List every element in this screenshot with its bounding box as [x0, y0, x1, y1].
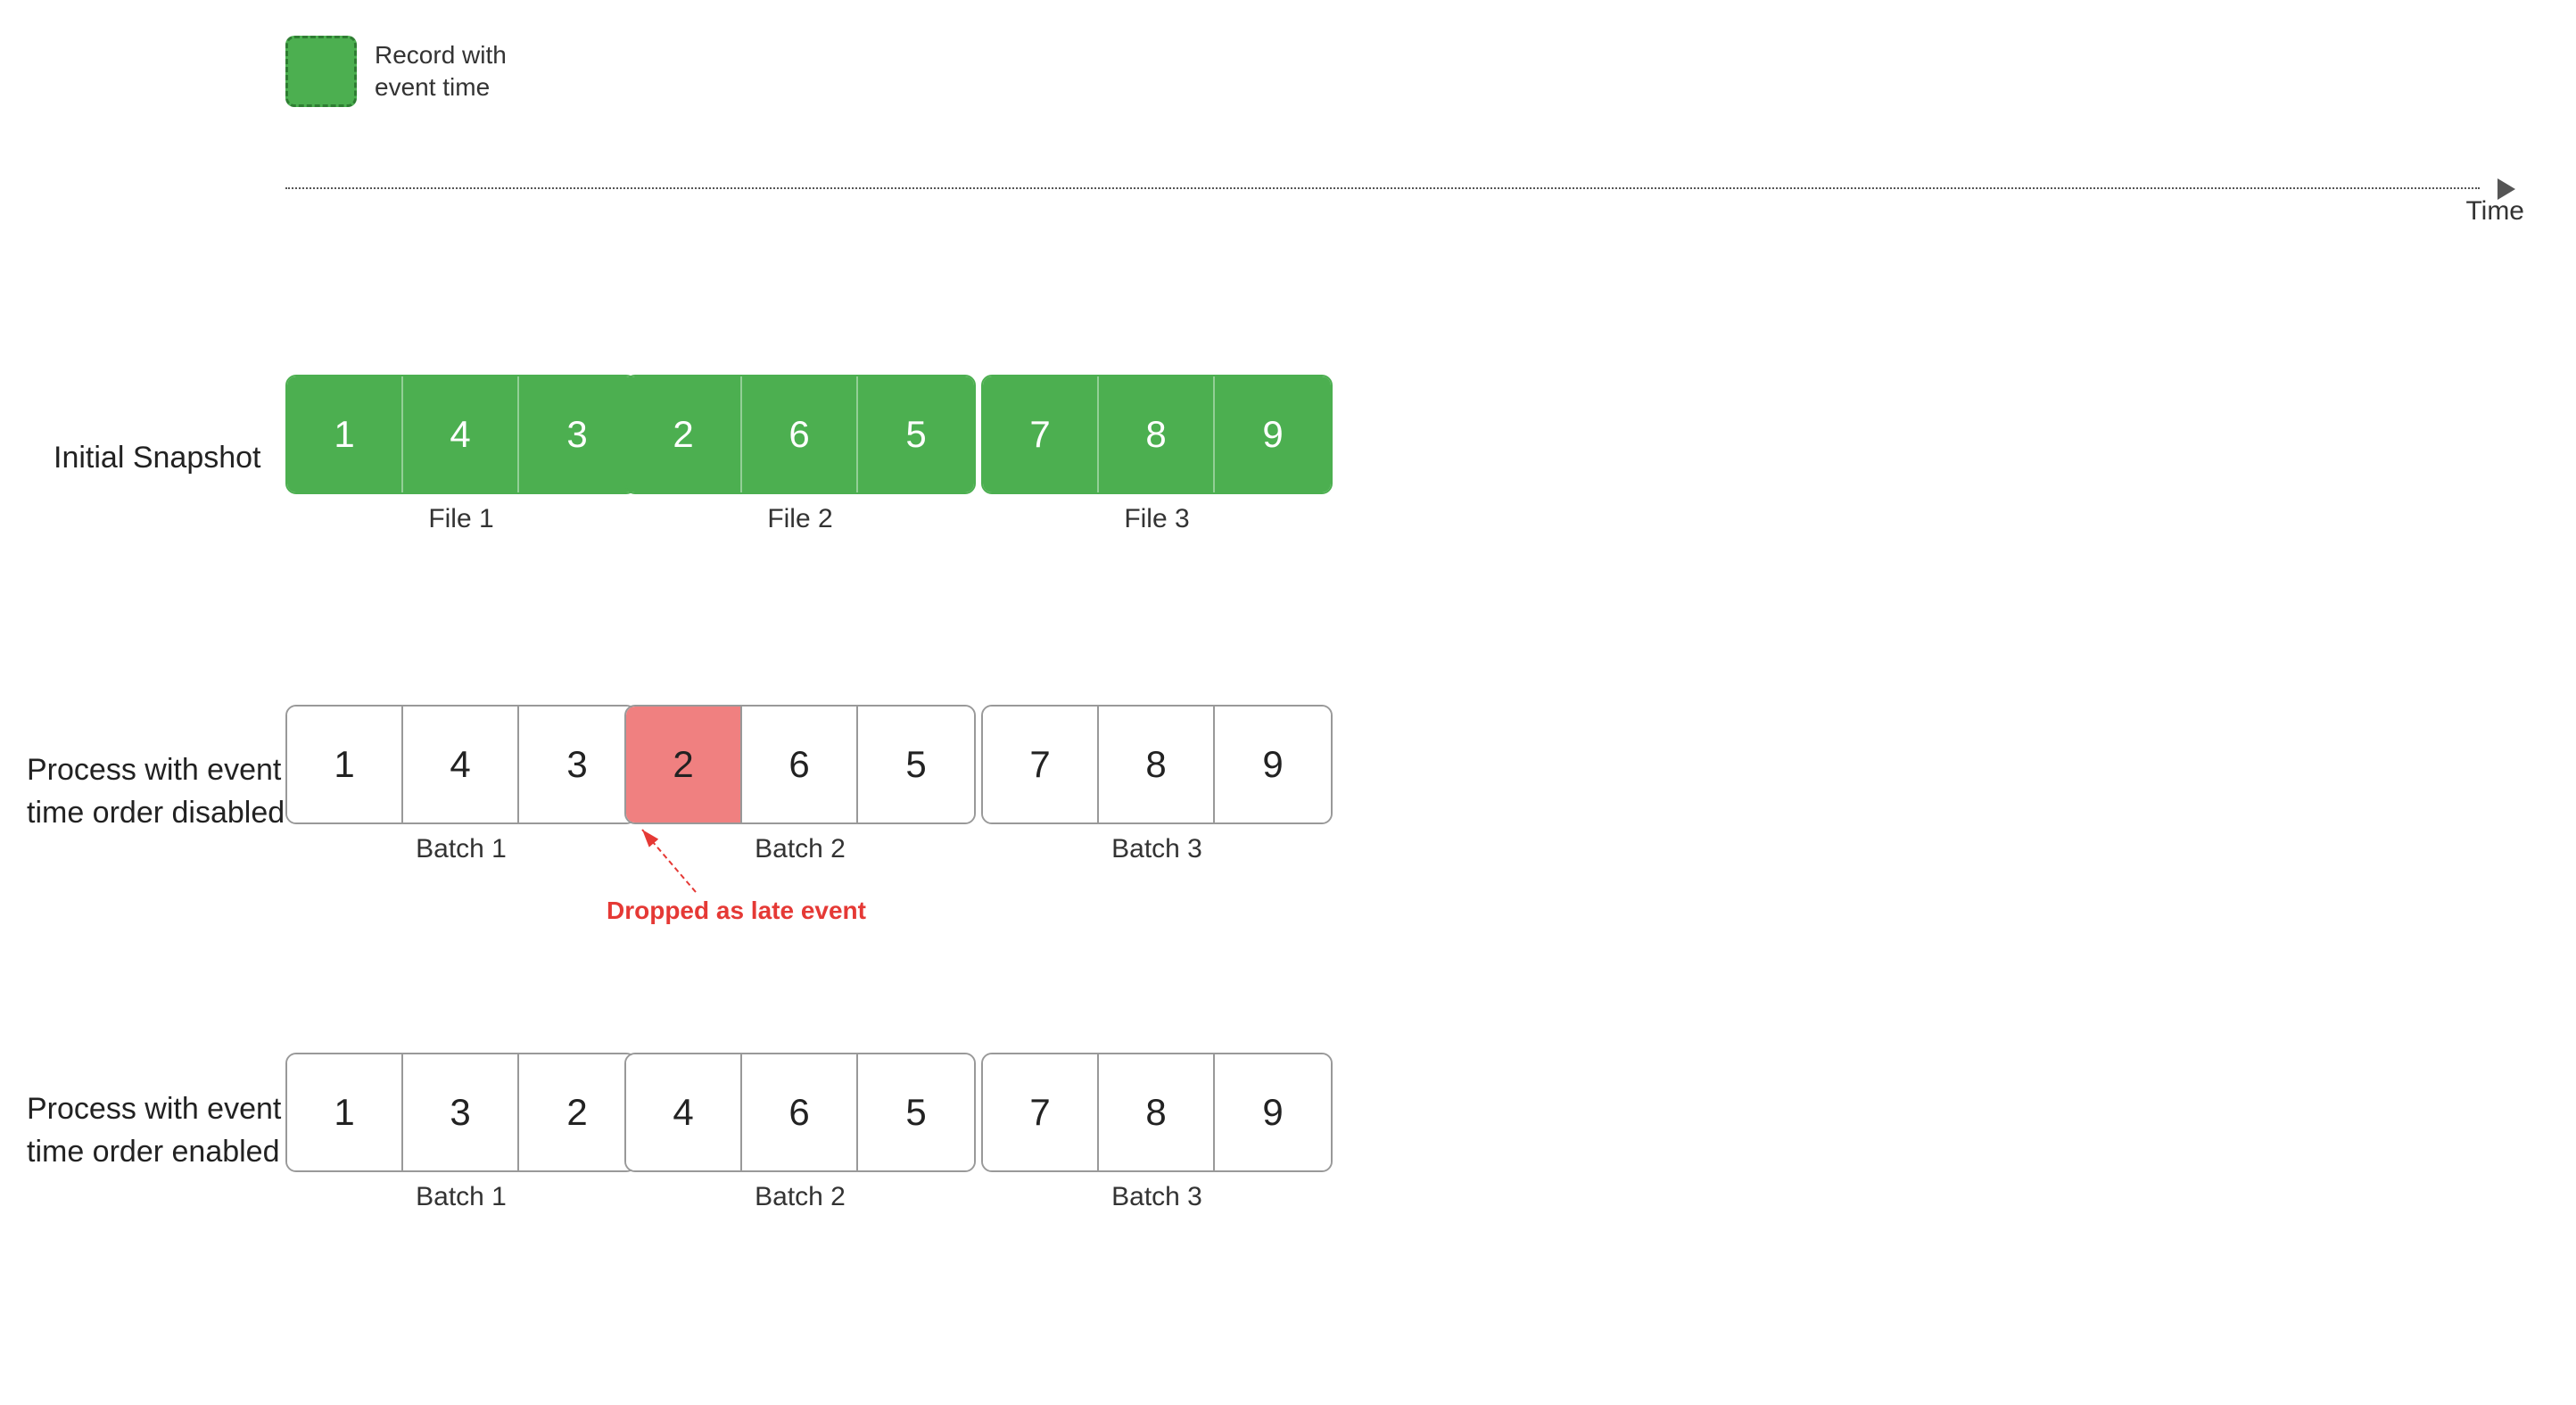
timeline: Time	[285, 178, 2515, 205]
file2-record-2: 6	[742, 376, 858, 492]
group-enabled-batch3: 7 8 9 Batch 3	[981, 1053, 1333, 1172]
enabled-batch1-record-2: 3	[403, 1054, 519, 1170]
file2-record-1: 2	[626, 376, 742, 492]
label-initial-snapshot: Initial Snapshot	[54, 437, 277, 480]
file2-label: File 2	[624, 504, 976, 534]
group-enabled-batch2: 4 6 5 Batch 2	[624, 1053, 976, 1172]
disabled-batch2-records: 2 6 5	[624, 705, 976, 824]
disabled-batch1-record-2: 4	[403, 707, 519, 822]
enabled-batch3-records: 7 8 9	[981, 1053, 1333, 1172]
enabled-batch2-records: 4 6 5	[624, 1053, 976, 1172]
enabled-batch2-record-2: 6	[742, 1054, 858, 1170]
timeline-line	[285, 187, 2480, 189]
group-file1: 1 4 3 File 1	[285, 375, 637, 494]
timeline-label: Time	[2465, 196, 2524, 227]
file1-label: File 1	[285, 504, 637, 534]
group-disabled-batch2: 2 6 5 Batch 2	[624, 705, 976, 824]
group-enabled-batch1: 1 3 2 Batch 1	[285, 1053, 637, 1172]
disabled-batch3-records: 7 8 9	[981, 705, 1333, 824]
disabled-batch1-record-3: 3	[519, 707, 635, 822]
file3-label: File 3	[981, 504, 1333, 534]
disabled-batch2-record-2: 6	[742, 707, 858, 822]
file2-records: 2 6 5	[624, 375, 976, 494]
group-file3: 7 8 9 File 3	[981, 375, 1333, 494]
legend-label: Record with event time	[375, 39, 507, 104]
disabled-batch3-record-3: 9	[1215, 707, 1331, 822]
disabled-batch3-record-1: 7	[983, 707, 1099, 822]
label-event-time-enabled: Process with eventtime order enabled	[27, 1088, 285, 1173]
dropped-arrow-svg	[624, 821, 731, 910]
disabled-batch3-record-2: 8	[1099, 707, 1215, 822]
enabled-batch3-label: Batch 3	[981, 1182, 1333, 1212]
file3-records: 7 8 9	[981, 375, 1333, 494]
file1-record-1: 1	[287, 376, 403, 492]
group-disabled-batch3: 7 8 9 Batch 3	[981, 705, 1333, 824]
enabled-batch3-record-1: 7	[983, 1054, 1099, 1170]
label-event-time-disabled: Process with eventtime order disabled	[27, 749, 285, 834]
file1-record-2: 4	[403, 376, 519, 492]
file3-record-2: 8	[1099, 376, 1215, 492]
disabled-batch1-records: 1 4 3	[285, 705, 637, 824]
enabled-batch2-record-1: 4	[626, 1054, 742, 1170]
enabled-batch1-records: 1 3 2	[285, 1053, 637, 1172]
legend: Record with event time	[285, 36, 507, 107]
legend-record-box	[285, 36, 357, 107]
enabled-batch1-record-3: 2	[519, 1054, 635, 1170]
disabled-batch2-record-1-late: 2	[626, 707, 742, 822]
enabled-batch2-label: Batch 2	[624, 1182, 976, 1212]
disabled-batch3-label: Batch 3	[981, 834, 1333, 864]
file3-record-3: 9	[1215, 376, 1331, 492]
file2-record-3: 5	[858, 376, 974, 492]
file1-records: 1 4 3	[285, 375, 637, 494]
enabled-batch3-record-2: 8	[1099, 1054, 1215, 1170]
disabled-batch2-record-3: 5	[858, 707, 974, 822]
enabled-batch3-record-3: 9	[1215, 1054, 1331, 1170]
file3-record-1: 7	[983, 376, 1099, 492]
enabled-batch1-record-1: 1	[287, 1054, 403, 1170]
group-file2: 2 6 5 File 2	[624, 375, 976, 494]
disabled-batch1-record-1: 1	[287, 707, 403, 822]
file1-record-3: 3	[519, 376, 635, 492]
disabled-batch1-label: Batch 1	[285, 834, 637, 864]
enabled-batch2-record-3: 5	[858, 1054, 974, 1170]
diagram-container: Record with event time Time Initial Snap…	[0, 0, 2576, 1405]
enabled-batch1-label: Batch 1	[285, 1182, 637, 1212]
group-disabled-batch1: 1 4 3 Batch 1	[285, 705, 637, 824]
